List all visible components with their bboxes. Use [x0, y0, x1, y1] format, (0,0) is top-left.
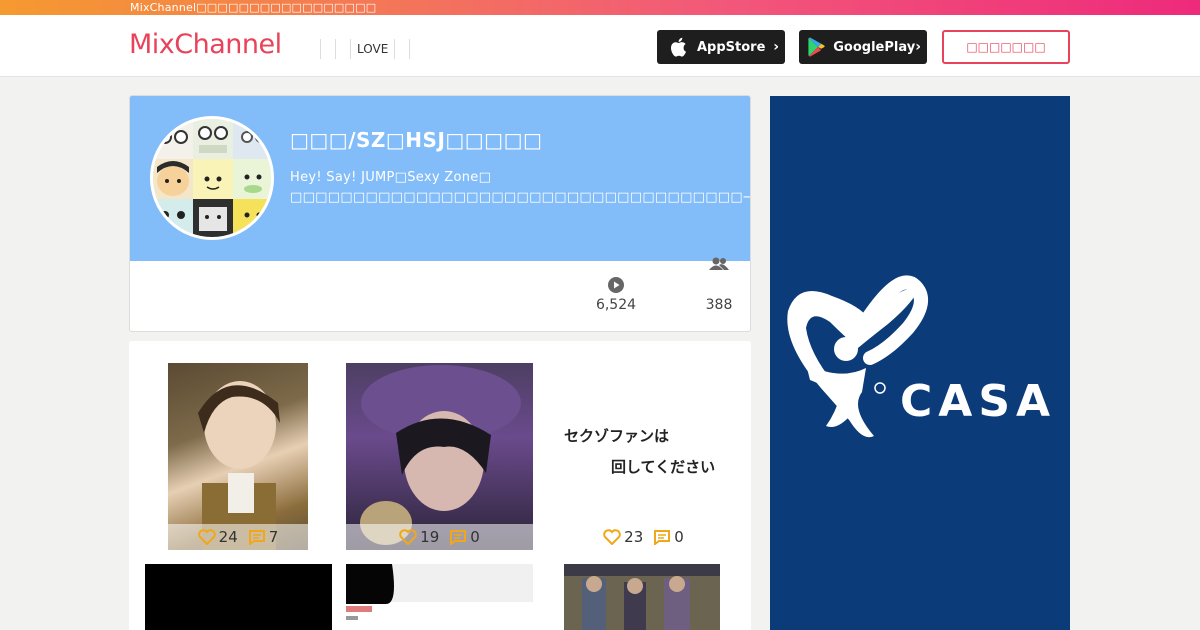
- comments-count: 0: [470, 528, 480, 546]
- followers-count: 388: [705, 297, 733, 313]
- appstore-label: AppStore: [697, 39, 766, 55]
- play-circle-icon: [581, 269, 651, 293]
- nav-divider: [409, 39, 411, 59]
- video-stats-bar: 19 0: [346, 524, 533, 550]
- signup-button[interactable]: □□□□□□□: [942, 30, 1070, 64]
- video-thumbnail[interactable]: 19 0: [346, 363, 533, 550]
- video-thumbnail[interactable]: [145, 564, 332, 630]
- profile-description: Hey! Say! JUMP□Sexy Zone□ □□□□□□□□□□□□□□…: [290, 170, 750, 205]
- video-thumbnail-image: [198, 381, 280, 550]
- video-thumbnail-image: [360, 365, 521, 545]
- googleplay-button[interactable]: GooglePlay ›: [799, 30, 927, 64]
- comments-stat: 0: [449, 528, 480, 546]
- likes-count: 24: [218, 528, 238, 546]
- video-thumbnail[interactable]: [564, 564, 720, 630]
- comment-icon: [248, 530, 265, 545]
- likes-stat: 24: [197, 528, 238, 546]
- video-caption-line2: 回してください: [611, 458, 716, 476]
- profile-card: □□□/SZ□HSJ□□□□□ Hey! Say! JUMP□Sexy Zone…: [129, 95, 751, 332]
- avatar-collage-tile: [193, 119, 233, 159]
- avatar-collage-tile: [233, 119, 271, 159]
- google-play-icon: [807, 34, 827, 60]
- comments-stat: 7: [248, 528, 279, 546]
- comments-count: 0: [674, 528, 684, 546]
- apple-icon: [665, 34, 691, 60]
- appstore-button[interactable]: AppStore ›: [657, 30, 785, 64]
- video-caption-line1: セクゾファンは: [564, 427, 670, 445]
- video-grid: 24 7 19 0 セクゾファンは 回してください 23 0: [129, 341, 751, 630]
- advertisement-banner[interactable]: CASA: [770, 96, 1070, 630]
- site-header: MixChannel LOVE AppStore › GooglePlay ›: [0, 15, 1200, 77]
- casa-brand-text: CASA: [900, 376, 1056, 427]
- likes-count: 19: [420, 528, 440, 546]
- videos-count: 6,524: [595, 297, 637, 313]
- comment-icon: [450, 530, 467, 545]
- video-thumbnail-image: [564, 564, 720, 630]
- likes-count: 23: [624, 528, 644, 546]
- avatar-collage-tile: [193, 199, 233, 237]
- comments-count: 7: [268, 528, 279, 546]
- googleplay-label: GooglePlay: [833, 39, 916, 55]
- profile-banner: □□□/SZ□HSJ□□□□□ Hey! Say! JUMP□Sexy Zone…: [130, 96, 750, 261]
- likes-stat: 23: [603, 528, 643, 546]
- videos-stat[interactable]: 6,524: [581, 269, 651, 313]
- video-stats-bar: 23 0: [550, 524, 737, 550]
- casa-logo: CASA: [787, 275, 1056, 438]
- top-announcement-text: MixChannel□□□□□□□□□□□□□□□□□: [130, 1, 377, 14]
- likes-stat: 19: [399, 528, 439, 546]
- avatar-collage-tile: [193, 159, 233, 199]
- nav-divider: [320, 39, 321, 59]
- nav-item-love[interactable]: LOVE: [351, 42, 394, 56]
- followers-icon: [684, 257, 750, 293]
- avatar-collage-tile: [153, 119, 193, 159]
- followers-stat[interactable]: 388: [684, 257, 750, 313]
- comments-stat: 0: [653, 528, 684, 546]
- avatar[interactable]: [150, 116, 274, 240]
- nav-divider: [335, 39, 336, 59]
- video-thumbnail[interactable]: [346, 564, 533, 630]
- video-thumbnail-image: [346, 564, 533, 620]
- avatar-collage-tile: [233, 199, 271, 237]
- mixchannel-logo[interactable]: MixChannel: [129, 28, 282, 62]
- nav-divider: [394, 39, 396, 59]
- profile-name: □□□/SZ□HSJ□□□□□: [290, 128, 543, 152]
- avatar-collage-tile: [153, 159, 193, 199]
- avatar-collage-tile: [153, 199, 193, 237]
- video-stats-bar: 24 7: [168, 524, 308, 550]
- heart-icon: [399, 529, 417, 545]
- avatar-collage-tile: [233, 159, 271, 199]
- comment-icon: [654, 530, 671, 545]
- chevron-right-icon: ›: [773, 39, 779, 55]
- heart-icon: [197, 529, 216, 545]
- video-thumbnail[interactable]: 24 7: [168, 363, 308, 550]
- video-thumbnail[interactable]: セクゾファンは 回してください 23 0: [550, 363, 737, 550]
- top-announcement-bar: MixChannel□□□□□□□□□□□□□□□□□: [0, 0, 1200, 15]
- heart-icon: [603, 529, 621, 545]
- chevron-right-icon: ›: [915, 39, 921, 55]
- main-nav: LOVE: [320, 38, 411, 60]
